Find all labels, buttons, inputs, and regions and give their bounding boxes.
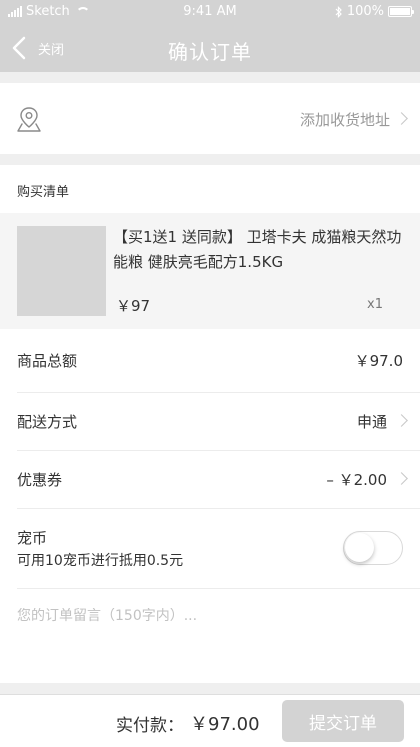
checkout-bar: 实付款： ￥97.00 提交订单 xyxy=(0,694,420,747)
submit-order-button[interactable]: 提交订单 xyxy=(282,700,404,742)
navigation-bar: 关闭 确认订单 xyxy=(0,24,420,72)
add-address-label: 添加收货地址 xyxy=(299,111,390,129)
pet-coins-description: 可用10宠币进行抵用0.5元 xyxy=(17,553,184,569)
chevron-right-icon xyxy=(395,112,408,125)
delivery-method-value: 申通 xyxy=(356,413,387,431)
pet-coins-label: 宠币 xyxy=(17,529,48,547)
page-title: 确认订单 xyxy=(168,40,252,64)
goods-total-value: ￥97.0 xyxy=(354,352,403,370)
product-quantity: x1 xyxy=(367,297,383,312)
coupon-label: 优惠券 xyxy=(17,471,63,489)
order-note-row xyxy=(0,588,420,648)
total-label: 实付款： xyxy=(116,716,184,736)
battery-icon xyxy=(388,6,414,17)
product-item[interactable]: 【买1送1 送同款】 卫塔卡夫 成猫粮天然功能粮 健肤亮毛配方1.5KG ￥97… xyxy=(0,213,420,329)
purchase-list-header: 购买清单 xyxy=(0,165,420,213)
delivery-method-label: 配送方式 xyxy=(17,413,78,431)
pet-coins-row: 宠币 可用10宠币进行抵用0.5元 xyxy=(0,508,420,588)
add-address-row[interactable]: 添加收货地址 xyxy=(0,83,420,154)
battery-percent: 100% xyxy=(346,4,384,19)
status-bar: Sketch 9:41 AM 100% xyxy=(0,0,420,24)
coupon-row[interactable]: 优惠券 – ￥2.00 xyxy=(0,450,420,508)
product-image xyxy=(17,226,106,316)
status-right: 100% xyxy=(335,4,414,19)
goods-total-row: 商品总额 ￥97.0 xyxy=(0,329,420,392)
chevron-right-icon xyxy=(395,472,408,485)
coupon-value: – ￥2.00 xyxy=(326,471,387,489)
toggle-knob xyxy=(345,533,374,562)
total-amount: ￥97.00 xyxy=(190,714,260,735)
order-summary: 商品总额 ￥97.0 配送方式 申通 优惠券 – ￥2.00 宠币 可用10宠币… xyxy=(0,329,420,683)
bluetooth-icon xyxy=(335,5,342,18)
pet-coins-toggle[interactable] xyxy=(343,531,403,565)
product-price: ￥97 xyxy=(116,297,151,315)
product-name: 【买1送1 送同款】 卫塔卡夫 成猫粮天然功能粮 健肤亮毛配方1.5KG xyxy=(113,228,402,271)
delivery-method-row[interactable]: 配送方式 申通 xyxy=(0,392,420,450)
chevron-right-icon xyxy=(395,414,408,427)
order-note-input[interactable] xyxy=(17,608,397,624)
location-pin-icon xyxy=(17,107,41,132)
purchase-list-title: 购买清单 xyxy=(17,185,70,200)
goods-total-label: 商品总额 xyxy=(17,352,78,370)
